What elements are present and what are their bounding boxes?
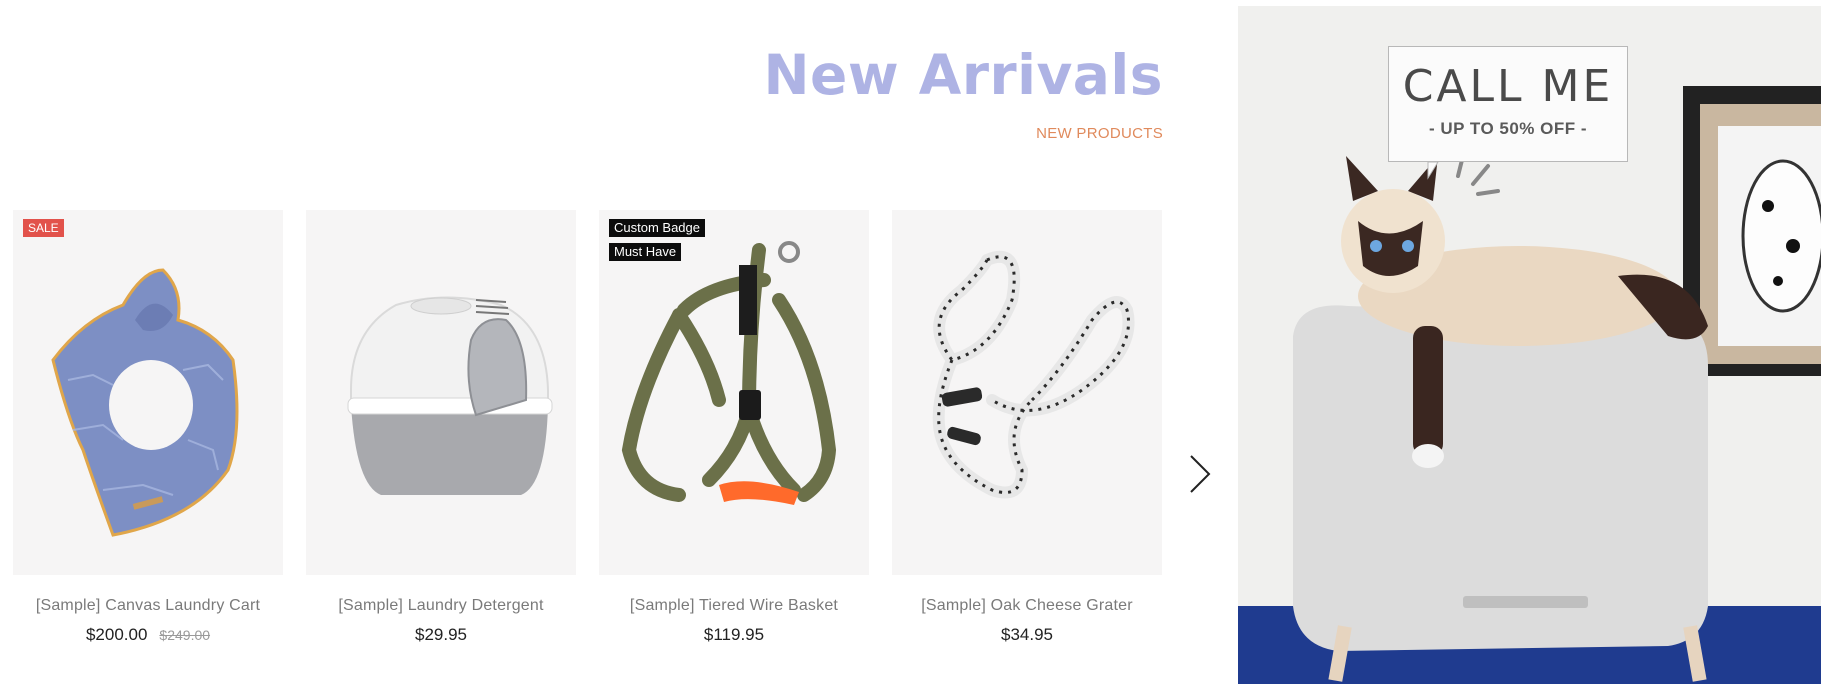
product-card[interactable]: Custom Badge Must Have [Sample] Tiered W… — [599, 210, 869, 645]
badge-group: SALE — [23, 219, 64, 237]
chevron-right-icon — [1190, 455, 1211, 493]
product-name[interactable]: [Sample] Laundry Detergent — [338, 597, 543, 615]
section-title: New Arrivals — [763, 43, 1163, 107]
product-image[interactable] — [306, 210, 576, 575]
badge-group: Custom Badge Must Have — [609, 219, 705, 261]
product-price: $119.95 — [703, 625, 765, 644]
rope-leash-icon — [932, 250, 1135, 499]
custom-badge: Custom Badge — [609, 219, 705, 237]
must-have-badge: Must Have — [609, 243, 682, 261]
price-row: $200.00 $249.00 — [86, 625, 210, 645]
page: New Arrivals NEW PRODUCTS SALE [Sample] … — [0, 0, 1821, 695]
promo-title: CALL ME — [1402, 61, 1614, 112]
carousel-next-button[interactable] — [1185, 452, 1215, 496]
price-row: $119.95 — [704, 625, 764, 645]
price-row: $29.95 — [415, 625, 467, 645]
product-image[interactable]: Custom Badge Must Have — [599, 210, 869, 575]
product-name[interactable]: [Sample] Tiered Wire Basket — [630, 597, 838, 615]
product-name[interactable]: [Sample] Canvas Laundry Cart — [36, 597, 260, 615]
price-row: $34.95 — [1001, 625, 1053, 645]
promo-subtitle: - UP TO 50% OFF - — [1428, 119, 1588, 138]
product-price: $34.95 — [1001, 625, 1053, 644]
section-subtitle: NEW PRODUCTS — [1036, 125, 1163, 142]
product-card[interactable]: [Sample] Oak Cheese Grater $34.95 — [892, 210, 1162, 645]
product-price: $29.95 — [415, 625, 467, 644]
product-card[interactable]: [Sample] Laundry Detergent $29.95 — [306, 210, 576, 645]
bandana-icon — [51, 268, 239, 537]
sale-badge: SALE — [23, 219, 64, 237]
harness-icon — [621, 241, 837, 505]
promo-banner[interactable]: CALL ME - UP TO 50% OFF - — [1238, 6, 1821, 684]
product-grid: SALE [Sample] Canvas Laundry Cart $200.0… — [13, 210, 1162, 645]
product-price: $200.00 — [85, 625, 148, 644]
promo-callout: CALL ME - UP TO 50% OFF - — [1388, 46, 1628, 162]
product-old-price: $249.00 — [159, 627, 211, 643]
product-name[interactable]: [Sample] Oak Cheese Grater — [921, 597, 1133, 615]
product-image[interactable]: SALE — [13, 210, 283, 575]
section-heading: New Arrivals NEW PRODUCTS — [763, 43, 1163, 143]
product-card[interactable]: SALE [Sample] Canvas Laundry Cart $200.0… — [13, 210, 283, 645]
product-image[interactable] — [892, 210, 1162, 575]
litter-box-icon — [347, 296, 553, 495]
